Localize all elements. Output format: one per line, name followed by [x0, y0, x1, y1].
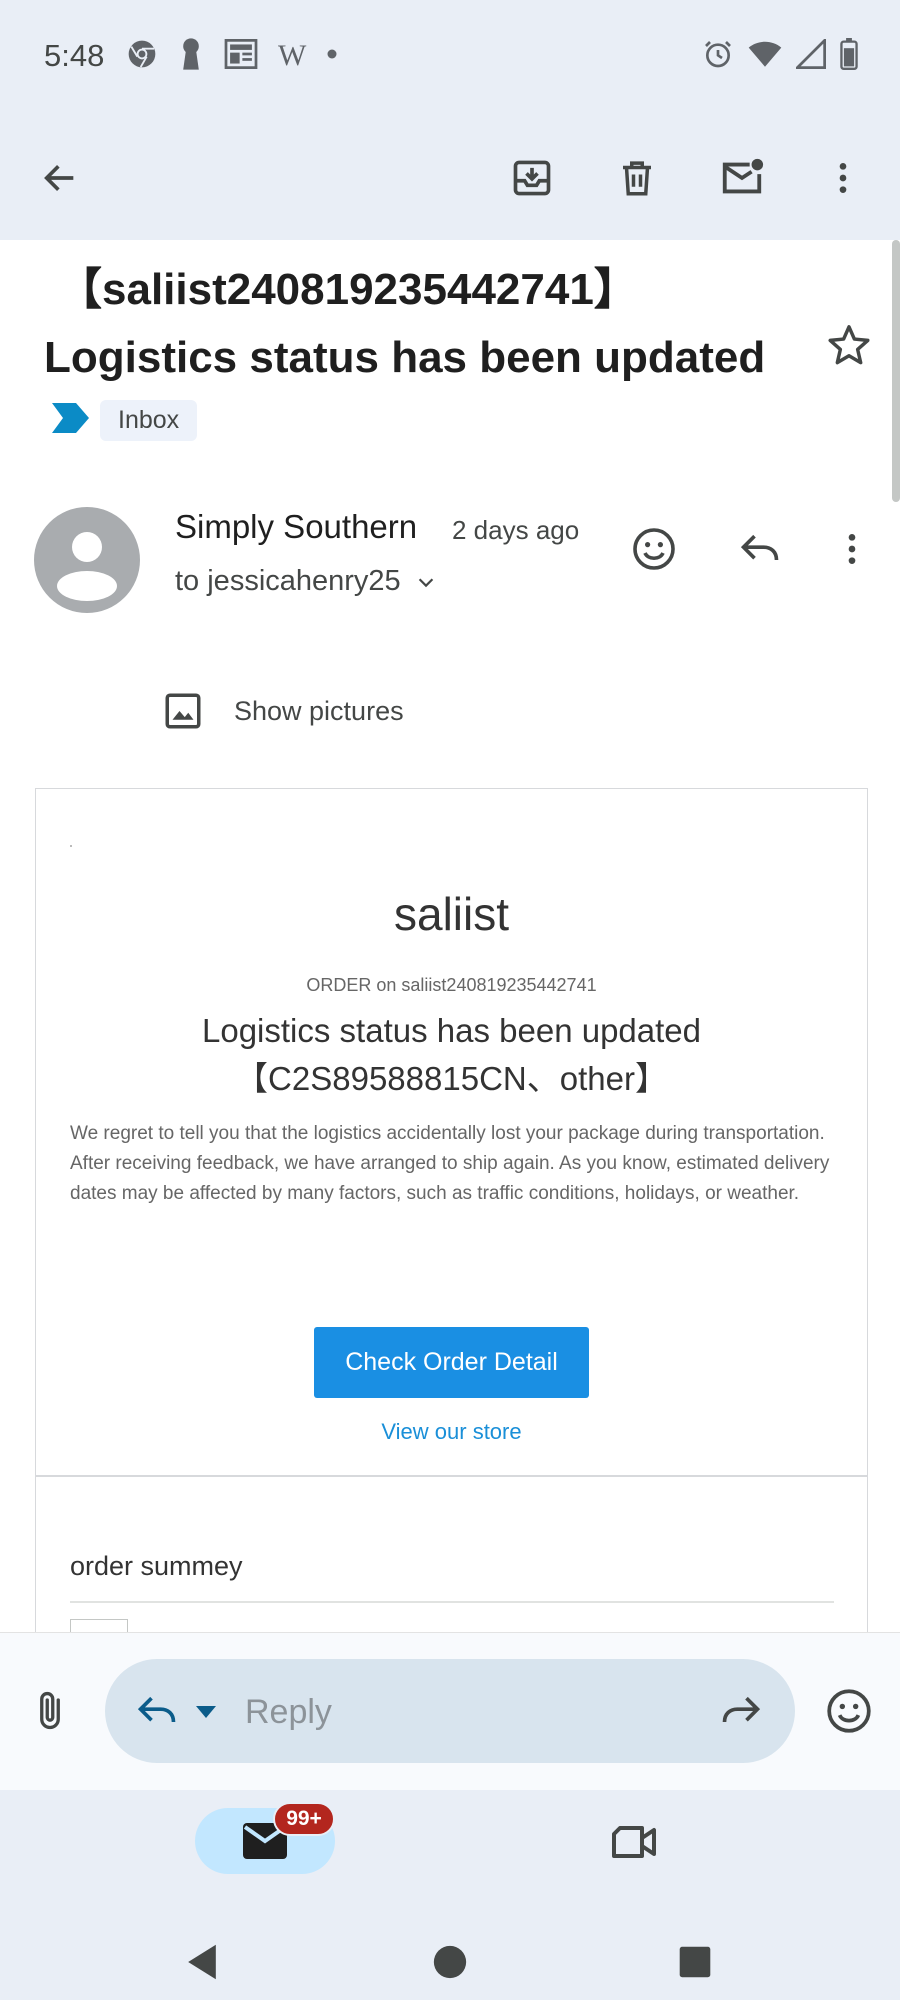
bottom-navigation: 99+	[0, 1790, 900, 2000]
reply-bar: Reply	[0, 1632, 900, 1790]
keyhole-icon	[178, 37, 204, 76]
email-body-card: saliist ORDER on saliist240819235442741 …	[35, 788, 868, 1632]
back-icon	[44, 165, 74, 191]
card-message: We regret to tell you that the logistics…	[70, 1123, 830, 1204]
tracking-pixel	[70, 845, 72, 847]
notification-icons: W	[126, 36, 338, 76]
delete-button[interactable]	[607, 148, 667, 208]
inbox-label-chip[interactable]: Inbox	[100, 400, 198, 441]
archive-icon	[513, 160, 551, 196]
reply-emoji-button[interactable]	[819, 1681, 879, 1741]
star-button[interactable]	[824, 320, 874, 370]
view-store-link[interactable]: View our store	[36, 1419, 867, 1445]
email-subject: 【saliist240819235442741】 Logistics statu…	[44, 256, 804, 392]
dot-icon	[326, 47, 338, 65]
nav-recents-icon	[679, 1946, 711, 1978]
emoji-icon	[633, 528, 675, 570]
store-brand: saliist	[393, 888, 510, 940]
unread-count-badge: 99+	[273, 1802, 335, 1836]
reply-button[interactable]	[731, 520, 789, 578]
reply-icon	[137, 1696, 176, 1723]
nav-back-button[interactable]	[180, 1940, 224, 1984]
chevron-down-icon	[418, 577, 433, 587]
more-vert-icon	[839, 163, 847, 193]
star-icon	[828, 325, 870, 365]
email-toolbar	[0, 112, 900, 240]
more-options-button[interactable]	[813, 148, 873, 208]
sender-avatar[interactable]	[34, 507, 140, 613]
attachment-icon	[40, 1691, 60, 1730]
nav-home-button[interactable]	[428, 1940, 472, 1984]
subject-line-1: 【saliist240819235442741】	[58, 265, 638, 314]
summary-divider	[70, 1601, 834, 1603]
system-icons	[702, 36, 858, 76]
emoji-icon	[827, 1689, 871, 1733]
order-number-line: ORDER on saliist240819235442741	[306, 975, 597, 995]
show-pictures-label: Show pictures	[234, 695, 404, 726]
important-marker-icon[interactable]	[52, 403, 90, 438]
check-order-detail-button[interactable]: Check Order Detail	[314, 1327, 589, 1398]
alarm-icon	[702, 38, 734, 75]
reply-mode-dropdown[interactable]	[191, 1697, 221, 1727]
card-title: Logistics status has been updated 【C2S89…	[36, 1007, 867, 1103]
add-reaction-button[interactable]	[625, 520, 683, 578]
recipient-details-toggle[interactable]: to jessicahenry25	[175, 565, 437, 598]
order-summary-heading: order summey	[70, 1551, 243, 1581]
reply-field[interactable]: Reply	[105, 1659, 795, 1763]
broken-image-icon	[70, 1619, 128, 1632]
mark-unread-button[interactable]	[712, 148, 772, 208]
meet-tab[interactable]	[604, 1812, 664, 1872]
reply-placeholder: Reply	[245, 1693, 332, 1731]
battery-icon	[840, 37, 858, 75]
status-time: 5:48	[44, 38, 105, 73]
reply-icon	[740, 534, 779, 561]
subject-line-2: Logistics status has been updated	[44, 333, 766, 382]
wifi-icon	[748, 39, 782, 74]
email-timestamp: 2 days ago	[452, 515, 580, 545]
card-title-line-2: 【C2S89588815CN、other】	[235, 1060, 668, 1097]
card-divider	[36, 1475, 867, 1477]
more-vert-icon	[848, 534, 856, 564]
label-row: Inbox	[52, 400, 198, 441]
news-icon	[224, 38, 258, 74]
nav-back-icon	[188, 1944, 216, 1980]
sender-name[interactable]: Simply Southern	[175, 508, 417, 546]
wikipedia-icon: W	[278, 39, 307, 72]
mark-unread-icon	[722, 158, 764, 194]
delete-icon	[623, 161, 651, 196]
forward-button[interactable]	[715, 1685, 767, 1737]
reply-mode-reply-icon[interactable]	[131, 1685, 183, 1737]
recipient-text: to jessicahenry25	[175, 565, 401, 597]
forward-icon	[722, 1696, 761, 1723]
scrollbar[interactable]	[892, 240, 900, 502]
status-bar: 5:48 W	[0, 0, 900, 112]
show-pictures-button[interactable]: Show pictures	[162, 690, 404, 732]
chrome-icon	[126, 38, 158, 75]
nav-home-icon	[433, 1945, 467, 1979]
image-icon	[165, 693, 201, 729]
back-button[interactable]	[30, 148, 90, 208]
person-icon	[57, 532, 117, 601]
card-title-line-1: Logistics status has been updated	[201, 1012, 701, 1049]
message-more-button[interactable]	[823, 520, 881, 578]
email-content[interactable]: 【saliist240819235442741】 Logistics statu…	[0, 240, 900, 1632]
caret-down-icon	[196, 1706, 216, 1718]
archive-button[interactable]	[502, 148, 562, 208]
nav-recents-button[interactable]	[673, 1940, 717, 1984]
attach-button[interactable]	[22, 1683, 78, 1739]
cell-signal-icon	[794, 36, 826, 74]
video-camera-icon	[612, 1826, 656, 1858]
